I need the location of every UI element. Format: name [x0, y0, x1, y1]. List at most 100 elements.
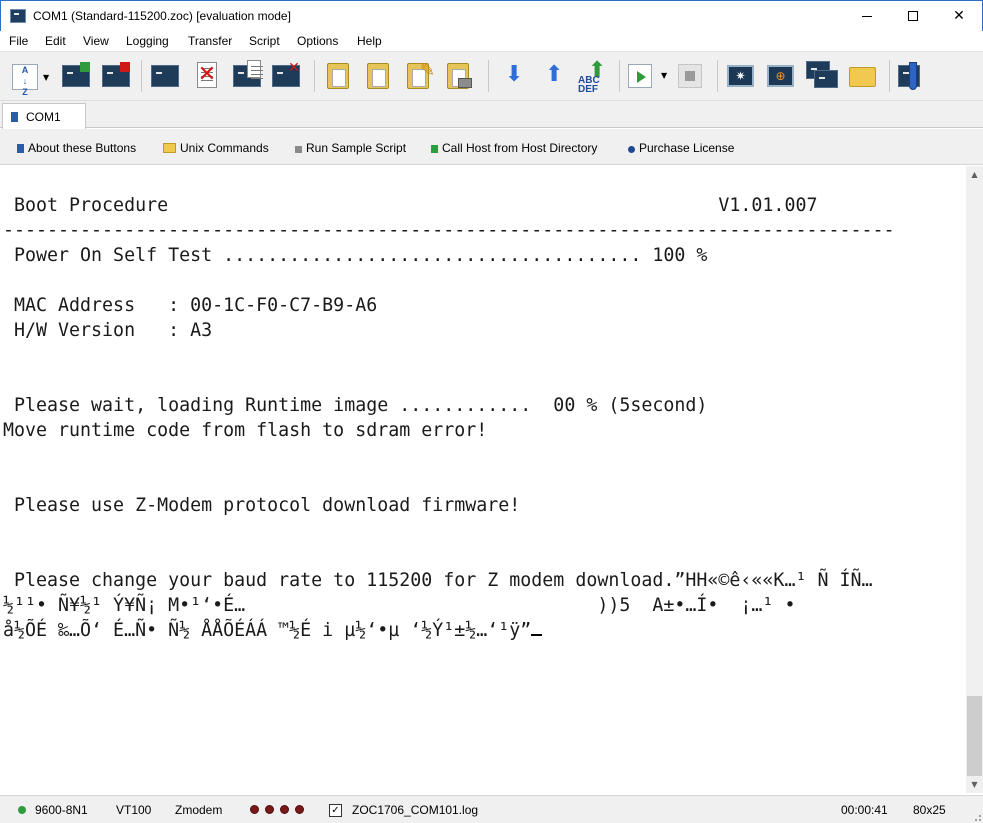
screen-target-button[interactable]: ⊕ [764, 60, 796, 92]
close-icon: ✕ [953, 8, 965, 24]
unix-commands-button[interactable]: Unix Commands [163, 141, 269, 155]
status-bar: 9600-8N1 VT100 Zmodem ✓ ZOC1706_COM101.l… [0, 795, 983, 823]
button-label: Purchase License [639, 141, 735, 155]
star-icon: ✷ [735, 69, 746, 83]
dropdown-arrow-icon: ▼ [43, 73, 50, 82]
call-host-button[interactable]: Call Host from Host Directory [431, 141, 597, 155]
red-badge-icon [120, 62, 130, 72]
toolbar-separator [488, 60, 489, 92]
tab-label: COM1 [26, 110, 61, 124]
about-buttons-button[interactable]: About these Buttons [17, 141, 136, 155]
maximize-icon [908, 11, 918, 21]
emulation[interactable]: VT100 [116, 803, 151, 817]
tab-com1[interactable]: COM1 [2, 103, 86, 129]
download-button[interactable]: ⬇ [496, 60, 528, 92]
menu-options[interactable]: Options [297, 34, 338, 48]
disconnect-button[interactable]: ✕ [191, 60, 223, 92]
vertical-scrollbar[interactable]: ▲ ▼ [966, 166, 983, 793]
folder-icon [849, 67, 876, 87]
abc-def-icon: ABC DEF [578, 75, 600, 95]
led-icon [250, 805, 259, 814]
toolbar-separator [619, 60, 620, 92]
open-session-button[interactable] [60, 60, 92, 92]
menu-help[interactable]: Help [357, 34, 382, 48]
run-script-button[interactable]: ▼ [626, 60, 672, 92]
tools-button[interactable] [896, 60, 928, 92]
menu-file[interactable]: File [9, 34, 28, 48]
paste-icon [327, 63, 349, 89]
close-session-button[interactable] [100, 60, 132, 92]
log-button[interactable] [231, 60, 263, 92]
log-delete-button[interactable]: ✕ [270, 60, 302, 92]
menu-logging[interactable]: Logging [126, 34, 169, 48]
menu-script[interactable]: Script [249, 34, 280, 48]
text-cursor [531, 634, 543, 636]
paste-special-button[interactable] [362, 60, 394, 92]
button-label: About these Buttons [28, 141, 137, 155]
screen-star-button[interactable]: ✷ [724, 60, 756, 92]
doc-icon [247, 60, 263, 78]
folder-icon [163, 143, 176, 153]
terminal-line: Please use Z-Modem protocol download fir… [3, 495, 521, 516]
log-file[interactable]: ZOC1706_COM101.log [352, 803, 478, 817]
phonebook-icon [151, 65, 179, 87]
terminal-line: Power On Self Test .....................… [3, 245, 708, 266]
toolbar-separator [717, 60, 718, 92]
disconnect-icon: ✕ [197, 62, 217, 87]
button-label: Unix Commands [180, 141, 269, 155]
terminal-line: Please wait, loading Runtime image .....… [3, 395, 708, 416]
transfer-protocol[interactable]: Zmodem [175, 803, 222, 817]
test-tube-icon [909, 62, 917, 90]
menu-view[interactable]: View [83, 34, 109, 48]
edit-button[interactable]: ✎ [402, 60, 435, 92]
menu-edit[interactable]: Edit [45, 34, 66, 48]
delete-icon: ✕ [288, 60, 300, 76]
terminal-screen[interactable]: Boot Procedure V1.01.007 ---------------… [0, 166, 966, 793]
menu-transfer[interactable]: Transfer [188, 34, 232, 48]
baud-rate[interactable]: 9600-8N1 [35, 803, 88, 817]
upload-button[interactable]: ⬆ [536, 60, 568, 92]
gray-square-icon [295, 146, 302, 153]
resize-grip-icon[interactable] [971, 811, 981, 821]
scrollbar-thumb[interactable] [967, 696, 982, 776]
sort-az-icon: A ↓ Z [12, 64, 38, 97]
toolbar-separator [314, 60, 315, 92]
sort-az-button[interactable]: A ↓ Z ▼ [8, 60, 52, 97]
maximize-button[interactable] [890, 1, 936, 31]
print-button[interactable] [442, 60, 474, 92]
menu-bar: File Edit View Logging Transfer Script O… [0, 31, 983, 51]
translate-button[interactable]: ⬆ ABC DEF [576, 60, 608, 95]
run-sample-script-button[interactable]: Run Sample Script [295, 141, 406, 155]
stop-script-button[interactable] [674, 60, 706, 92]
screen-target-icon: ⊕ [767, 65, 794, 87]
target-icon: ⊕ [775, 69, 786, 83]
terminal-line: å½ÕÉ ‰…Õ‘ É…Ñ• Ñ½ ÅÅÕÉÁÁ ™½É i µ½‘•µ ‘½Ý… [3, 620, 532, 641]
purchase-license-button[interactable]: Purchase License [628, 141, 734, 155]
log-checkbox[interactable]: ✓ [329, 804, 342, 817]
scroll-down-icon[interactable]: ▼ [966, 776, 983, 793]
green-square-icon [431, 145, 438, 153]
terminal-app-icon [10, 9, 26, 23]
terminal-line-last: å½ÕÉ ‰…Õ‘ É…Ñ• Ñ½ ÅÅÕÉÁÁ ™½É i µ½‘•µ ‘½Ý… [3, 618, 543, 643]
printer-icon [458, 78, 472, 88]
close-button[interactable]: ✕ [936, 1, 982, 31]
paste-button[interactable] [322, 60, 354, 92]
terminal-line: ----------------------------------------… [3, 220, 895, 241]
led-icon [280, 805, 289, 814]
online-status-icon [18, 806, 26, 814]
toolbar-separator [889, 60, 890, 92]
minimize-button[interactable] [844, 1, 890, 31]
window-title: COM1 (Standard-115200.zoc) [evaluation m… [33, 9, 291, 23]
terminal-line: H/W Version : A3 [3, 320, 213, 341]
grip-dot [975, 819, 977, 821]
phonebook-button[interactable] [149, 60, 181, 92]
folder-button[interactable] [846, 60, 878, 92]
green-badge-icon [80, 62, 90, 72]
terminal-size: 80x25 [913, 803, 946, 817]
stop-script-icon [678, 64, 702, 88]
terminal-line: Move runtime code from flash to sdram er… [3, 420, 488, 441]
tab-bar: COM1 [0, 101, 983, 129]
upload-icon: ⬆ [545, 62, 564, 87]
scroll-up-icon[interactable]: ▲ [966, 166, 983, 183]
terminal-windows-button[interactable] [806, 60, 838, 92]
